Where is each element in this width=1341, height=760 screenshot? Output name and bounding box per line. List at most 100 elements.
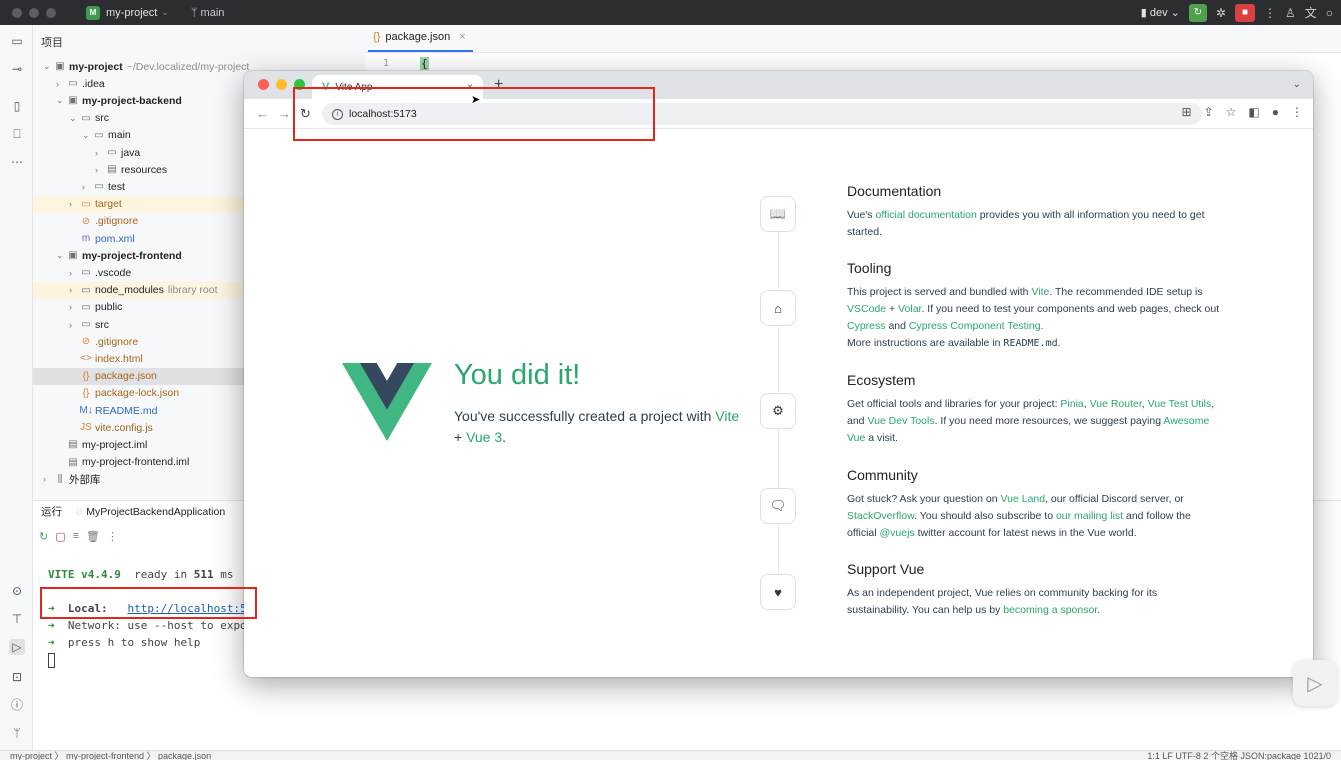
ecosystem-icon: ⚙ — [760, 393, 796, 429]
branch-switcher[interactable]: ᛘ main — [191, 7, 225, 19]
vue-test-utils-link[interactable]: Vue Test Utils — [1148, 398, 1212, 410]
browser-window: V Vite App × + ⌄ ← → ↻ i localhost:5173 … — [244, 71, 1313, 677]
chevron-right-icon[interactable]: › — [82, 182, 92, 192]
vue-land-link[interactable]: Vue Land — [1001, 493, 1046, 505]
project-view-icon[interactable]: ▭ — [9, 33, 25, 49]
official-docs-link[interactable]: official documentation — [875, 209, 976, 221]
folder-icon: ▭ — [107, 147, 117, 158]
status-breadcrumbs[interactable]: my-project 〉 my-project-frontend 〉 packa… — [10, 751, 211, 760]
community-heading: Community — [847, 467, 918, 483]
account-icon[interactable]: ♙ — [1285, 6, 1296, 20]
chevron-down-icon[interactable]: ⌄ — [69, 113, 79, 124]
vite-docs-link[interactable]: Vite — [1031, 286, 1049, 298]
vue-dev-tools-link[interactable]: Vue Dev Tools — [867, 415, 934, 427]
translate-icon[interactable]: 文 — [1305, 4, 1317, 21]
more-icon[interactable]: ⋮ — [1264, 6, 1276, 20]
tree-item-label: README.md — [95, 404, 158, 417]
close-icon[interactable]: × — [459, 31, 465, 43]
mailing-list-link[interactable]: our mailing list — [1056, 510, 1123, 522]
more-icon[interactable]: ⋮ — [107, 530, 118, 543]
rerun-button[interactable]: ↻ — [1188, 3, 1207, 22]
bookmarks-icon[interactable]: ⎕ — [9, 126, 25, 142]
tooling-heading: Tooling — [847, 260, 892, 276]
tree-item-hint: ~/Dev.localized/my-project — [126, 60, 250, 73]
cypress-component-link[interactable]: Cypress Component Testing — [909, 320, 1041, 332]
pinia-link[interactable]: Pinia — [1060, 398, 1083, 410]
close-window-icon[interactable] — [258, 79, 269, 90]
toolbox-icon: ⌂ — [760, 290, 796, 326]
vscode-link[interactable]: VSCode — [847, 303, 886, 315]
stop-button[interactable]: ■ — [1234, 3, 1255, 22]
vue-router-link[interactable]: Vue Router — [1090, 398, 1142, 410]
status-right[interactable]: 1:1 LF UTF-8 2 个空格 JSON:package 1021/0 — [1147, 751, 1331, 760]
rerun-icon[interactable]: ↻ — [39, 530, 48, 543]
folder-module-icon: ▣ — [55, 61, 65, 72]
git-icon[interactable]: ᛘ — [9, 725, 25, 741]
vuejs-twitter-link[interactable]: @vuejs — [880, 527, 915, 539]
bookmark-star-icon[interactable]: ☆ — [1226, 105, 1237, 119]
window-controls[interactable] — [12, 7, 56, 18]
tree-item-label: target — [95, 198, 122, 211]
commit-icon[interactable]: ⊸ — [9, 61, 25, 77]
more-tools-icon[interactable]: ⋯ — [9, 154, 25, 170]
tree-item-label: .vscode — [95, 266, 132, 279]
chevron-right-icon[interactable]: › — [56, 79, 66, 89]
chevron-down-icon[interactable]: ⌄ — [82, 130, 92, 141]
terminal-icon[interactable]: ⊡ — [9, 669, 25, 685]
chevron-down-icon[interactable]: ⌄ — [43, 61, 53, 72]
chevron-right-icon[interactable]: › — [69, 199, 79, 209]
cypress-link[interactable]: Cypress — [847, 320, 886, 332]
share-icon[interactable]: ⇪ — [1204, 105, 1214, 119]
chevron-right-icon[interactable]: › — [95, 148, 105, 158]
browser-menu-icon[interactable]: ⋮ — [1291, 105, 1303, 119]
tooling-and: and — [888, 320, 906, 332]
debug-icon[interactable]: ✲ — [1216, 6, 1226, 20]
problems-icon[interactable]: ⓘ — [9, 697, 25, 713]
eco-text-1: Get official tools and libraries for you… — [847, 398, 1058, 410]
chevron-down-icon[interactable]: ⌄ — [56, 95, 66, 106]
search-icon[interactable]: ○ — [1326, 6, 1333, 20]
status-bar: my-project 〉 my-project-frontend 〉 packa… — [0, 750, 1341, 760]
code-editor[interactable]: { — [420, 53, 429, 70]
chevron-down-icon[interactable]: ⌄ — [56, 250, 66, 261]
chevron-right-icon[interactable]: › — [95, 165, 105, 175]
stop-icon[interactable]: ▢ — [55, 530, 65, 543]
sponsor-link[interactable]: becoming a sponsor — [1003, 604, 1097, 616]
minimize-window-icon[interactable] — [276, 79, 287, 90]
volar-link[interactable]: Volar — [898, 303, 921, 315]
editor-tab-package-json[interactable]: {} package.json × — [373, 31, 466, 43]
tree-item-label: resources — [121, 163, 168, 176]
vue3-link[interactable]: Vue 3 — [466, 429, 502, 445]
side-panel-icon[interactable]: ◧ — [1248, 105, 1259, 119]
back-icon[interactable]: ← — [256, 106, 269, 121]
profile-icon[interactable]: ● — [1272, 105, 1279, 119]
forward-icon[interactable]: → — [278, 106, 291, 121]
translate-icon[interactable]: ⊞ — [1182, 105, 1192, 119]
run-config-tab[interactable]: ◌ MyProjectBackendApplication — [76, 506, 225, 518]
tab-search-icon[interactable]: ⌄ — [1293, 79, 1301, 90]
services-icon[interactable]: ⊙ — [9, 583, 25, 599]
run-config-selector[interactable]: ▮ dev ⌄ — [1141, 6, 1180, 19]
chevron-right-icon[interactable]: › — [69, 285, 79, 295]
scroll-end-icon[interactable]: ≡ — [73, 530, 79, 543]
structure-icon[interactable]: ▯ — [9, 98, 25, 114]
vite-link[interactable]: Vite — [715, 408, 739, 424]
video-play-button[interactable]: ▷ — [1293, 660, 1337, 706]
chevron-right-icon[interactable]: › — [69, 302, 79, 312]
eco-comma-2: , — [1141, 398, 1145, 410]
clear-icon[interactable]: 🗑 — [86, 530, 100, 543]
chevron-right-icon[interactable]: › — [69, 268, 79, 278]
chevron-right-icon[interactable]: › — [43, 474, 53, 484]
network-line: Network: use --host to expo — [67, 619, 247, 632]
tree-item-label: my-project-backend — [82, 94, 182, 107]
project-switcher[interactable]: my-project — [106, 7, 157, 19]
run-tool-icon[interactable]: ▷ — [9, 639, 25, 655]
ready-unit: ms — [220, 568, 234, 581]
tooling-section: Tooling This project is served and bundl… — [847, 260, 1222, 352]
build-icon[interactable]: ⊤ — [9, 611, 25, 627]
tree-item-label: src — [95, 318, 109, 331]
folder-module-icon: ▣ — [68, 95, 78, 107]
js-icon: JS — [80, 422, 92, 434]
stackoverflow-link[interactable]: StackOverflow — [847, 510, 914, 522]
chevron-right-icon[interactable]: › — [69, 320, 79, 330]
